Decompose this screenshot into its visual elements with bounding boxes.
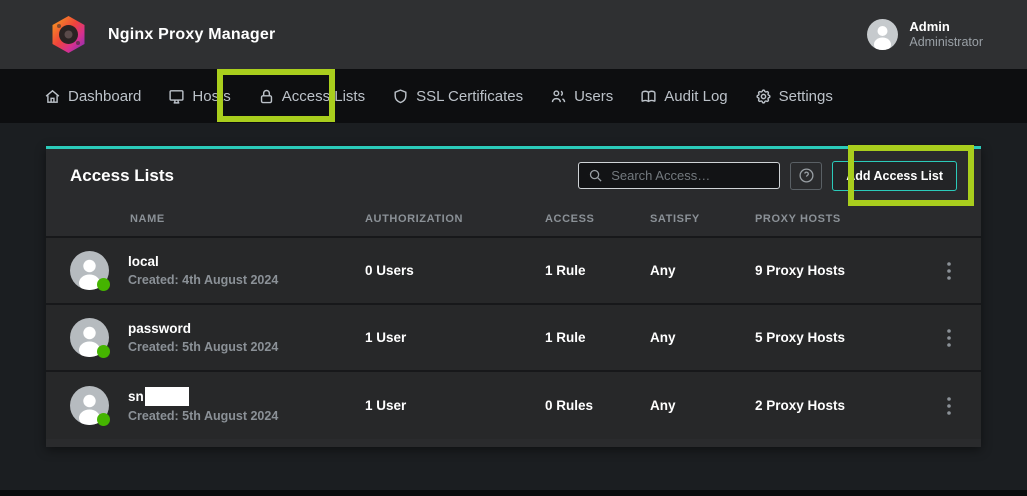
user-role: Administrator [909, 35, 983, 51]
book-icon [640, 88, 657, 105]
nav-item-ssl-certificates[interactable]: SSL Certificates [392, 88, 523, 105]
nav-item-settings[interactable]: Settings [755, 88, 833, 105]
access-list-name: sn [128, 389, 144, 405]
panel-title: Access Lists [70, 166, 174, 186]
access-value: 0 Rules [545, 398, 650, 413]
access-value: 1 Rule [545, 263, 650, 278]
app-window: Nginx Proxy Manager Admin Administrator … [0, 0, 1027, 496]
avatar [70, 251, 109, 290]
lock-icon [258, 88, 275, 105]
proxy-hosts-value: 2 Proxy Hosts [755, 398, 926, 413]
created-date: Created: 5th August 2024 [128, 340, 278, 354]
help-button[interactable] [790, 162, 822, 190]
status-online-dot [97, 278, 110, 291]
created-date: Created: 4th August 2024 [128, 273, 278, 287]
add-access-list-button[interactable]: Add Access List [832, 161, 957, 191]
column-header-authorization: AUTHORIZATION [365, 213, 545, 225]
shield-icon [392, 88, 409, 105]
satisfy-value: Any [650, 398, 755, 413]
redaction-box [145, 387, 189, 406]
home-icon [44, 88, 61, 105]
nav-item-access-lists[interactable]: Access Lists [258, 88, 365, 105]
user-avatar [867, 19, 898, 50]
search-input[interactable] [611, 168, 787, 183]
nav-item-dashboard[interactable]: Dashboard [44, 88, 141, 105]
avatar [70, 318, 109, 357]
row-menu-button[interactable] [941, 325, 957, 351]
status-online-dot [97, 413, 110, 426]
proxy-hosts-value: 5 Proxy Hosts [755, 330, 926, 345]
authorization-value: 0 Users [365, 263, 545, 278]
monitor-icon [168, 88, 185, 105]
user-name: Admin [909, 19, 983, 35]
avatar [70, 386, 109, 425]
gear-icon [755, 88, 772, 105]
search-box [578, 162, 780, 189]
nav-item-audit-log[interactable]: Audit Log [640, 88, 727, 105]
kebab-icon [947, 397, 951, 415]
table-row[interactable]: local Created: 4th August 2024 0 Users 1… [46, 238, 981, 305]
row-menu-button[interactable] [941, 258, 957, 284]
row-menu-button[interactable] [941, 393, 957, 419]
table-row[interactable]: sn Created: 5th August 2024 1 User 0 Rul… [46, 372, 981, 439]
app-title: Nginx Proxy Manager [108, 0, 275, 69]
column-header-access: ACCESS [545, 213, 650, 225]
kebab-icon [947, 262, 951, 280]
column-header-name: NAME [70, 213, 365, 225]
access-value: 1 Rule [545, 330, 650, 345]
kebab-icon [947, 329, 951, 347]
top-bar: Nginx Proxy Manager Admin Administrator [0, 0, 1027, 69]
satisfy-value: Any [650, 330, 755, 345]
table-row[interactable]: password Created: 5th August 2024 1 User… [46, 305, 981, 372]
authorization-value: 1 User [365, 330, 545, 345]
users-icon [550, 88, 567, 105]
question-circle-icon [798, 167, 815, 184]
access-list-name: local [128, 254, 159, 270]
status-online-dot [97, 345, 110, 358]
column-header-proxy-hosts: PROXY HOSTS [755, 213, 926, 225]
main-nav: Dashboard Hosts Access Lists SSL Certifi… [0, 69, 1027, 123]
column-header-satisfy: SATISFY [650, 213, 755, 225]
table-header: NAME AUTHORIZATION ACCESS SATISFY PROXY … [46, 202, 981, 238]
nav-item-hosts[interactable]: Hosts [168, 88, 230, 105]
authorization-value: 1 User [365, 398, 545, 413]
panel-header: Access Lists Add Access List [46, 149, 981, 202]
nav-item-users[interactable]: Users [550, 88, 613, 105]
table-body: local Created: 4th August 2024 0 Users 1… [46, 238, 981, 439]
access-lists-panel: Access Lists Add Access List NAME AUTHOR… [46, 146, 981, 447]
app-logo-icon [48, 14, 89, 55]
search-icon [588, 168, 603, 183]
created-date: Created: 5th August 2024 [128, 409, 278, 423]
access-list-name: password [128, 321, 191, 337]
proxy-hosts-value: 9 Proxy Hosts [755, 263, 926, 278]
satisfy-value: Any [650, 263, 755, 278]
user-menu[interactable]: Admin Administrator [867, 0, 983, 69]
